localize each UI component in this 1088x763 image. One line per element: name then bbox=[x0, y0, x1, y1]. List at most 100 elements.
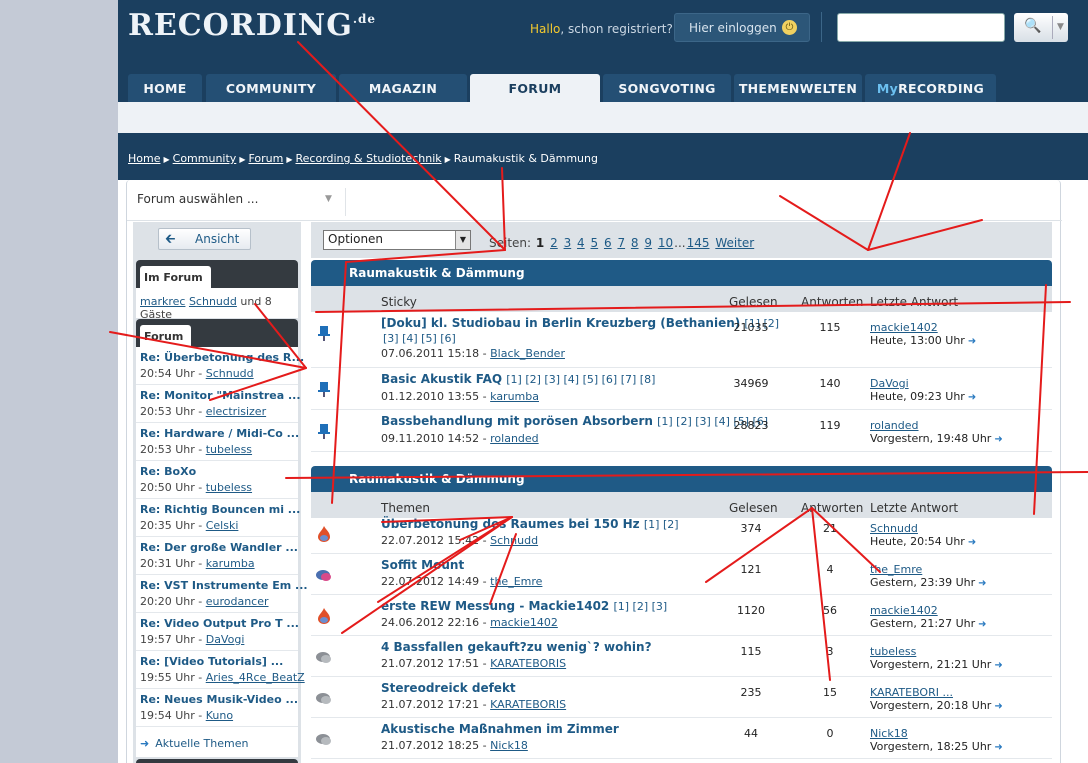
table-row[interactable]: Soffit Mount 22.07.2012 14:49 - the_Emre… bbox=[311, 554, 1052, 595]
nav-tab-myrecording[interactable]: MyRECORDING bbox=[865, 74, 996, 102]
options-select[interactable]: Optionen ▼ bbox=[323, 230, 471, 250]
pager-page[interactable]: 4 bbox=[577, 236, 585, 250]
last-reply-user[interactable]: tubeless bbox=[870, 645, 916, 658]
online-user-link[interactable]: Schnudd bbox=[189, 295, 237, 308]
search-input[interactable] bbox=[837, 13, 1005, 42]
list-item[interactable]: Re: Monitor "Mainstrea ... 20:53 Uhr - el… bbox=[136, 385, 301, 423]
topic-title-link[interactable]: [Doku] kl. Studiobau in Berlin Kreuzberg… bbox=[381, 316, 740, 330]
online-user-link[interactable]: markrec bbox=[140, 295, 185, 308]
pager-page[interactable]: 10 bbox=[658, 236, 673, 250]
author-link[interactable]: Black_Bender bbox=[490, 347, 565, 360]
section-header-topics: Raumakustik & Dämmung bbox=[311, 466, 1052, 492]
pager-page[interactable]: 2 bbox=[550, 236, 558, 250]
arrow-right-icon: ➜ bbox=[140, 737, 150, 750]
go-to-post-icon[interactable]: ➜ bbox=[994, 434, 1002, 445]
topic-title-link[interactable]: Soffit Mount bbox=[381, 558, 464, 572]
topic-title-link[interactable]: Bassbehandlung mit porösen Absorbern bbox=[381, 414, 653, 428]
last-reply-user[interactable]: Nick18 bbox=[870, 727, 908, 740]
topic-title-link[interactable]: 4 Bassfallen gekauft?zu wenig`? wohin? bbox=[381, 640, 652, 654]
pager-current: 1 bbox=[535, 236, 545, 250]
go-to-post-icon[interactable]: ➜ bbox=[968, 392, 976, 403]
table-row[interactable]: Bassbehandlung mit porösen Absorbern [1]… bbox=[311, 410, 1052, 452]
last-reply-user[interactable]: the_Emre bbox=[870, 563, 922, 576]
topic-title-link[interactable]: Stereodreick defekt bbox=[381, 681, 516, 695]
pager-page[interactable]: 6 bbox=[604, 236, 612, 250]
list-item[interactable]: Re: [Video Tutorials] ... 19:55 Uhr - Ari… bbox=[136, 651, 305, 689]
table-row[interactable]: 4 Bassfallen gekauft?zu wenig`? wohin? 2… bbox=[311, 636, 1052, 677]
ansicht-button[interactable]: 🡰 Ansicht bbox=[158, 228, 251, 250]
topic-title-link[interactable]: erste REW Messung - Mackie1402 bbox=[381, 599, 609, 613]
column-header-sticky: Sticky Gelesen Antworten Letzte Antwort bbox=[311, 286, 1052, 312]
aktuelle-themen-link[interactable]: ➜ Aktuelle Themen bbox=[140, 737, 248, 750]
author-link[interactable]: mackie1402 bbox=[490, 616, 558, 629]
topic-title-link[interactable]: Basic Akustik FAQ bbox=[381, 372, 502, 386]
pager-page[interactable]: 5 bbox=[591, 236, 599, 250]
table-row[interactable]: [Doku] kl. Studiobau in Berlin Kreuzberg… bbox=[311, 312, 1052, 368]
list-item[interactable]: Re: BoXo 20:50 Uhr - tubeless bbox=[136, 461, 298, 499]
nav-tab-themenwelten[interactable]: THEMENWELTEN bbox=[734, 74, 862, 102]
author-link[interactable]: karumba bbox=[490, 390, 539, 403]
forum-tab[interactable]: Forum bbox=[140, 325, 192, 347]
author-link[interactable]: Schnudd bbox=[490, 534, 538, 547]
pager-last-page[interactable]: 145 bbox=[687, 236, 710, 250]
last-reply-user[interactable]: KARATEBORI ... bbox=[870, 686, 953, 699]
last-reply-user[interactable]: rolanded bbox=[870, 419, 919, 432]
nav-tab-forum[interactable]: FORUM bbox=[470, 74, 600, 104]
breadcrumb-home[interactable]: Home bbox=[128, 152, 160, 165]
author-link[interactable]: Nick18 bbox=[490, 739, 528, 752]
pager-next[interactable]: Weiter bbox=[715, 236, 754, 250]
go-to-post-icon[interactable]: ➜ bbox=[994, 701, 1002, 712]
im-forum-tab[interactable]: Im Forum bbox=[140, 266, 211, 288]
list-item[interactable]: Re: Hardware / Midi-Co ... 20:53 Uhr - tu… bbox=[136, 423, 299, 461]
table-row[interactable]: Stereodreick defekt 21.07.2012 17:21 - K… bbox=[311, 677, 1052, 718]
pager-page[interactable]: 7 bbox=[617, 236, 625, 250]
go-to-post-icon[interactable]: ➜ bbox=[978, 578, 986, 589]
site-logo[interactable]: RECORDING.de bbox=[128, 8, 376, 43]
breadcrumb-community[interactable]: Community bbox=[173, 152, 237, 165]
author-link[interactable]: KARATEBORIS bbox=[490, 657, 566, 670]
author-link[interactable]: the_Emre bbox=[490, 575, 542, 588]
nav-tab-magazin[interactable]: MAGAZIN bbox=[339, 74, 467, 102]
go-to-post-icon[interactable]: ➜ bbox=[978, 619, 986, 630]
chevron-down-icon[interactable]: ▼ bbox=[1052, 16, 1068, 39]
last-reply-user[interactable]: DaVogi bbox=[870, 377, 909, 390]
list-item[interactable]: Re: Richtig Bouncen mi ... 20:35 Uhr - Ce… bbox=[136, 499, 300, 537]
go-to-post-icon[interactable]: ➜ bbox=[994, 660, 1002, 671]
nav-tab-songvoting[interactable]: SONGVOTING bbox=[603, 74, 731, 102]
topic-pages[interactable]: [3] [4] [5] [6] bbox=[383, 332, 456, 345]
pager-page[interactable]: 8 bbox=[631, 236, 639, 250]
last-reply-user[interactable]: mackie1402 bbox=[870, 321, 938, 334]
pager-page[interactable]: 3 bbox=[564, 236, 572, 250]
table-row[interactable]: Basic Akustik FAQ [1] [2] [3] [4] [5] [6… bbox=[311, 368, 1052, 410]
chevron-down-icon[interactable]: ▼ bbox=[325, 194, 332, 204]
author-link[interactable]: rolanded bbox=[490, 432, 539, 445]
breadcrumb-forum[interactable]: Forum bbox=[248, 152, 283, 165]
list-item[interactable]: Re: Neues Musik-Video ... 19:54 Uhr - Kun… bbox=[136, 689, 298, 727]
speech-bubbles-icon bbox=[316, 734, 331, 745]
go-to-post-icon[interactable]: ➜ bbox=[994, 742, 1002, 753]
list-item[interactable]: Re: Der große Wandler ... 20:31 Uhr - kar… bbox=[136, 537, 298, 575]
list-item[interactable]: Re: Video Output Pro T ... 19:57 Uhr - Da… bbox=[136, 613, 299, 651]
go-to-post-icon[interactable]: ➜ bbox=[968, 537, 976, 548]
topic-title-link[interactable]: Überbetonung des Raumes bei 150 Hz bbox=[381, 517, 640, 531]
last-reply-user[interactable]: Schnudd bbox=[870, 522, 918, 535]
author-link[interactable]: KARATEBORIS bbox=[490, 698, 566, 711]
list-item[interactable]: Re: VST Instrumente Em ... 20:20 Uhr - eu… bbox=[136, 575, 308, 613]
topic-title-link[interactable]: Akustische Maßnahmen im Zimmer bbox=[381, 722, 619, 736]
search-button[interactable]: 🔍 ▼ bbox=[1014, 13, 1068, 42]
forum-select-dropdown[interactable]: Forum auswählen ... bbox=[137, 192, 258, 206]
pager-page[interactable]: 9 bbox=[644, 236, 652, 250]
search-icon: 🔍 bbox=[1024, 18, 1042, 34]
nav-tab-home[interactable]: HOME bbox=[128, 74, 202, 102]
table-row[interactable]: erste REW Messung - Mackie1402 [1] [2] [… bbox=[311, 595, 1052, 636]
table-row[interactable]: Akustische Maßnahmen im Zimmer 21.07.201… bbox=[311, 718, 1052, 759]
online-users: markrec Schnudd und 8 Gäste bbox=[140, 295, 272, 321]
nav-tab-community[interactable]: COMMUNITY bbox=[206, 74, 336, 102]
breadcrumb-recording-studiotechnik[interactable]: Recording & Studiotechnik bbox=[296, 152, 442, 165]
chevron-down-icon[interactable]: ▼ bbox=[455, 231, 470, 249]
last-reply-user[interactable]: mackie1402 bbox=[870, 604, 938, 617]
login-button[interactable]: Hier einloggen ⏻ bbox=[674, 13, 810, 42]
table-row[interactable]: Überbetonung des Raumes bei 150 Hz [1] [… bbox=[311, 513, 1052, 554]
list-item[interactable]: Re: Überbetonung des R... 20:54 Uhr - Sch… bbox=[136, 347, 304, 385]
go-to-post-icon[interactable]: ➜ bbox=[968, 336, 976, 347]
